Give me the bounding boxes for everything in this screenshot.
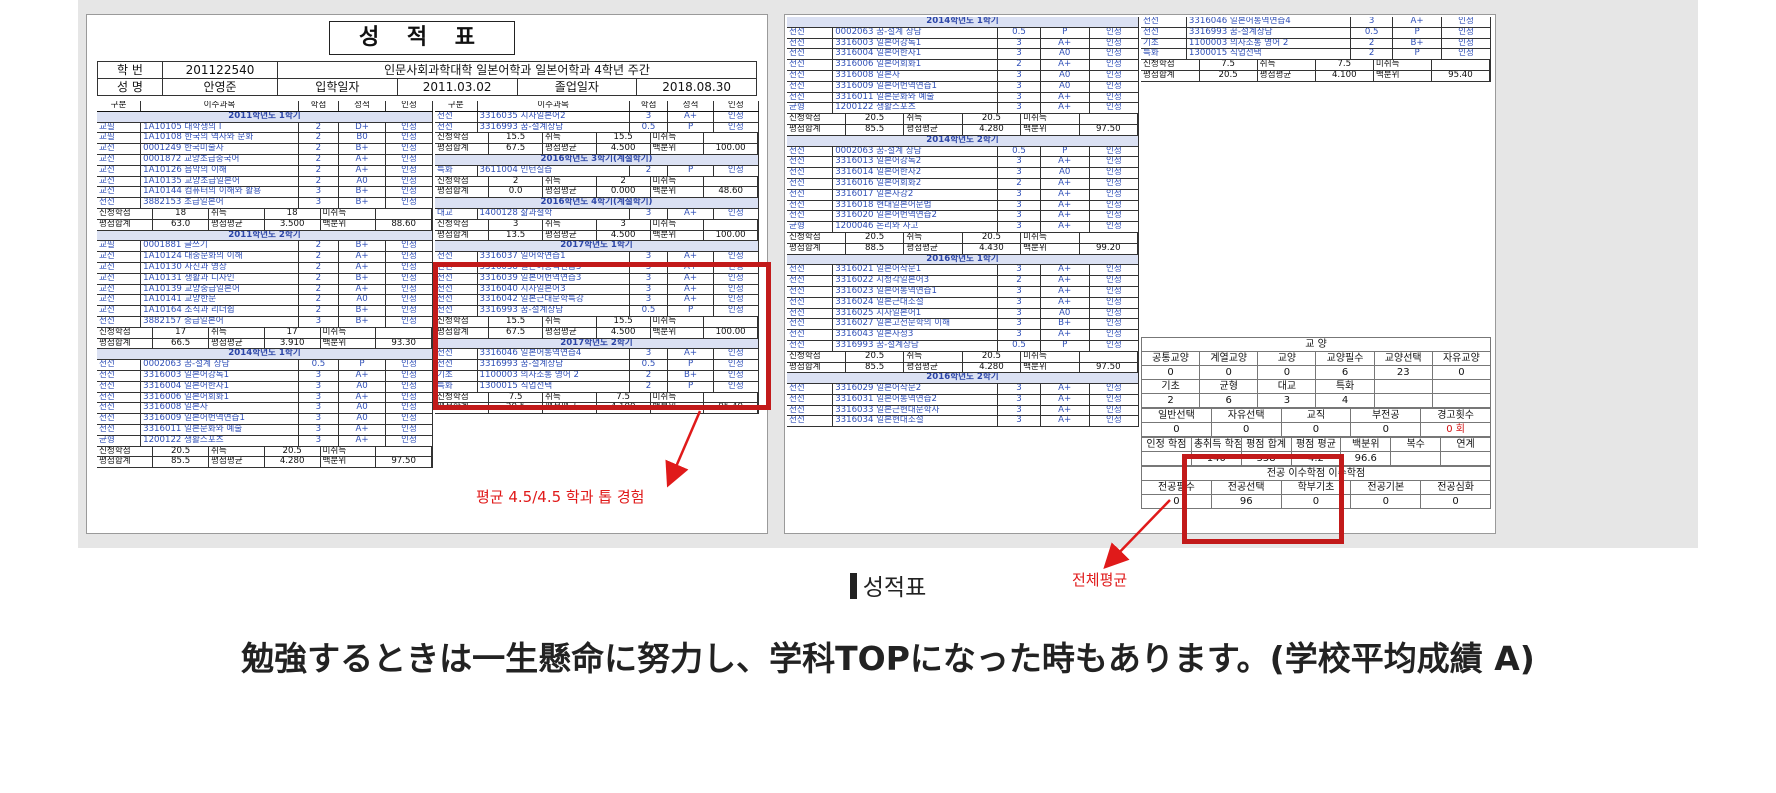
caption-text: 성적표 [862, 575, 927, 601]
japanese-description: 勉強するときは一生懸命に努力し、学科TOPになった時もあります。(学校平均成績 … [241, 639, 1535, 678]
arrow-left [665, 410, 702, 488]
caption-bar [849, 573, 857, 599]
note-top-of-department: 평균 4.5/4.5 학과 톱 경험 [476, 488, 645, 506]
arrow-right [1103, 499, 1171, 569]
section-caption: 성적표 [0, 568, 1776, 602]
